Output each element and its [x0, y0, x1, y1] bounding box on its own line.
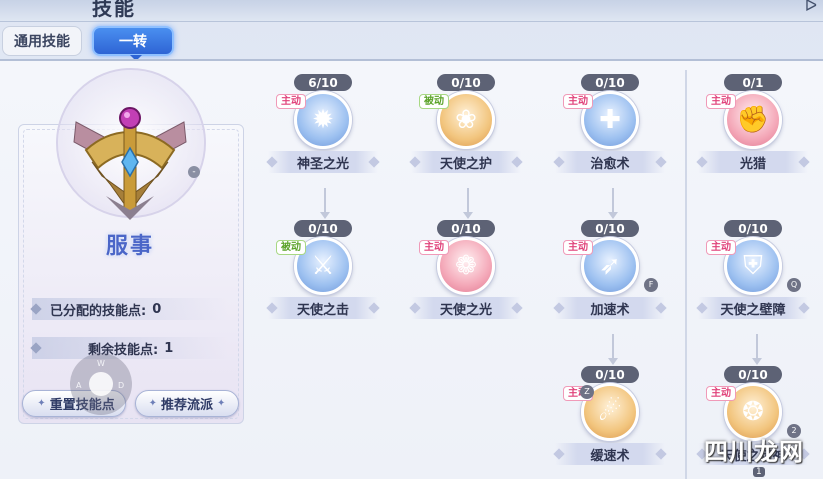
assigned-points-row: 已分配的技能点: 0	[30, 298, 228, 320]
skill-name: 天使之击	[268, 297, 378, 319]
skill-name: 加速术	[555, 297, 665, 319]
skill-node[interactable]: 0/10 ✚ 主动 治愈术	[555, 74, 665, 182]
skill-hotkey-badge: Z	[580, 385, 594, 399]
prereq-arrow	[463, 188, 473, 220]
watermark: 四川龙网	[704, 436, 804, 466]
skill-name: 天使之光	[411, 297, 521, 319]
skill-node[interactable]: 0/10 ➶ 主动 F 加速术	[555, 220, 665, 328]
skill-type-tag: 被动	[419, 94, 449, 109]
skill-level-badge: 0/10	[724, 366, 782, 383]
sparkle-icon: ✦	[37, 398, 46, 409]
skill-level-badge: 0/10	[724, 220, 782, 237]
joystick-thumb[interactable]	[89, 372, 113, 396]
top-header: 技能 ᐅ	[0, 0, 823, 22]
assigned-points-label: 已分配的技能点:	[50, 303, 147, 319]
page-title: 技能	[92, 0, 136, 20]
recommend-button-label: 推荐流派	[160, 398, 213, 413]
skill-level-badge: 0/10	[437, 74, 495, 91]
skill-level-badge: 0/10	[437, 220, 495, 237]
skill-name: 缓速术	[555, 443, 665, 465]
skill-type-tag: 主动	[563, 240, 593, 255]
skill-node[interactable]: 0/10 ⚔ 被动 天使之击	[268, 220, 378, 328]
joystick-key-up: W	[97, 359, 105, 368]
prereq-arrow	[320, 188, 330, 220]
skill-type-tag: 主动	[706, 386, 736, 401]
sparkle-icon: ✦	[217, 398, 226, 409]
tab-general-skills[interactable]: 通用技能	[2, 26, 82, 56]
skill-name: 天使之护	[411, 151, 521, 173]
skill-node[interactable]: 0/10 ❁ 主动 天使之光	[411, 220, 521, 328]
assigned-points-value: 0	[152, 301, 162, 317]
emblem-hotkey-badge: -	[188, 166, 200, 178]
tab-first-job[interactable]: 一转	[92, 26, 174, 61]
sparkle-icon: ✦	[148, 398, 157, 409]
skill-name: 治愈术	[555, 151, 665, 173]
skill-name: 光猎	[698, 151, 808, 173]
skill-node[interactable]: 0/10 ⛨ 主动 Q 天使之壁障	[698, 220, 808, 328]
skill-node[interactable]: 0/10 ❀ 被动 天使之护	[411, 74, 521, 182]
joystick-key-left: A	[76, 381, 82, 390]
joystick-key-right: D	[118, 381, 125, 390]
class-name: 服事	[105, 233, 154, 259]
skill-level-badge: 0/10	[581, 220, 639, 237]
skill-node[interactable]: 0/1 ✊ 主动 光猎	[698, 74, 808, 182]
skill-name: 天使之壁障	[698, 297, 808, 319]
prereq-arrow	[608, 188, 618, 220]
skill-node[interactable]: 0/10 ☄ 主动 Z 缓速术	[555, 366, 665, 474]
skill-hotkey-badge: Q	[787, 278, 801, 292]
prereq-arrow	[752, 334, 762, 366]
skill-name: 神圣之光	[268, 151, 378, 173]
close-icon[interactable]: ᐅ	[805, 0, 817, 15]
skill-type-tag: 主动	[276, 94, 306, 109]
skill-type-tag: 被动	[276, 240, 306, 255]
skill-level-badge: 0/10	[581, 366, 639, 383]
skill-level-badge: 0/1	[724, 74, 782, 91]
column-divider	[685, 70, 687, 479]
virtual-joystick[interactable]: W A D	[70, 353, 132, 415]
diamond-bullet-icon	[30, 342, 42, 354]
skill-level-badge: 0/10	[581, 74, 639, 91]
skill-node[interactable]: 6/10 ✹ 主动 神圣之光	[268, 74, 378, 182]
remaining-points-row: 剩余技能点: 1	[30, 337, 228, 359]
remaining-points-value: 1	[164, 340, 174, 356]
skill-type-tag: 主动	[563, 94, 593, 109]
skill-type-tag: 主动	[706, 94, 736, 109]
skill-level-badge: 6/10	[294, 74, 352, 91]
skill-type-tag: 主动	[419, 240, 449, 255]
skill-hotkey-badge: F	[644, 278, 658, 292]
class-emblem-icon	[73, 107, 187, 220]
recommend-build-button[interactable]: ✦ 推荐流派 ✦	[135, 390, 239, 417]
skill-type-tag: 主动	[706, 240, 736, 255]
corner-number: 1	[753, 467, 765, 477]
prereq-arrow	[608, 334, 618, 366]
diamond-bullet-icon	[30, 303, 42, 315]
skill-level-badge: 0/10	[294, 220, 352, 237]
